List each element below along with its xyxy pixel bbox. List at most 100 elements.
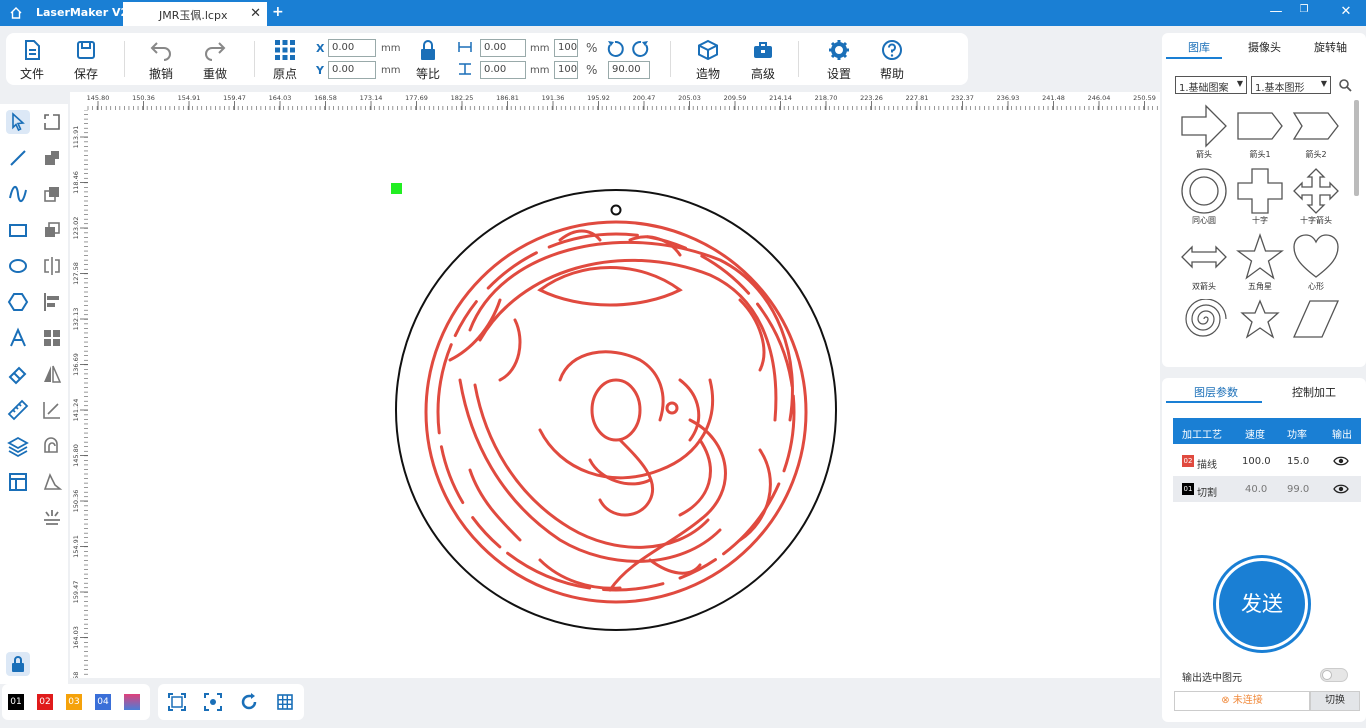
x-position-input[interactable]: 0.00 bbox=[328, 39, 376, 57]
fit-selection-icon[interactable] bbox=[204, 693, 222, 711]
shape-cross-arrows[interactable]: 十字箭头 bbox=[1290, 167, 1342, 226]
ellipse-tool[interactable] bbox=[6, 254, 30, 278]
shape-arrow-1[interactable]: 箭头1 bbox=[1234, 103, 1286, 160]
output-selected-toggle[interactable] bbox=[1320, 668, 1348, 682]
rotate-ccw-icon[interactable] bbox=[605, 39, 625, 59]
proportional-lock-button[interactable]: 等比 bbox=[403, 39, 453, 82]
advanced-button[interactable]: 高级 bbox=[738, 39, 788, 82]
layer-power: 15.0 bbox=[1287, 456, 1310, 467]
library-scrollbar[interactable] bbox=[1354, 100, 1359, 196]
tab-process-control[interactable]: 控制加工 bbox=[1292, 384, 1336, 400]
minimize-icon[interactable]: — bbox=[1266, 4, 1286, 19]
rectangle-tool[interactable] bbox=[6, 218, 30, 242]
category-select[interactable]: 1.基础图案 ▼ bbox=[1175, 76, 1247, 94]
undo-button[interactable]: 撤销 bbox=[136, 39, 186, 82]
help-button[interactable]: 帮助 bbox=[867, 39, 917, 82]
ruler-icon bbox=[7, 399, 29, 421]
grid-icon[interactable] bbox=[276, 693, 294, 711]
shape-arrow[interactable]: 箭头 bbox=[1178, 103, 1230, 160]
switch-button[interactable]: 切换 bbox=[1310, 691, 1360, 711]
shape-heart[interactable]: 心形 bbox=[1290, 233, 1342, 292]
swatch-layer-04[interactable]: 04 bbox=[95, 694, 111, 710]
tab-rotary[interactable]: 旋转轴 bbox=[1314, 39, 1347, 55]
origin-button[interactable]: 原点 bbox=[260, 39, 310, 82]
vertical-ruler: 113.91 118.46 123.02 127.58 132.13 136.69 141.… bbox=[70, 110, 88, 678]
height-input[interactable]: 0.00 bbox=[480, 61, 526, 79]
subcategory-select[interactable]: 1.基本图形 ▼ bbox=[1251, 76, 1331, 94]
eye-icon[interactable] bbox=[1333, 483, 1349, 495]
refresh-view-icon[interactable] bbox=[240, 693, 258, 711]
close-tab-icon[interactable]: ✕ bbox=[250, 6, 261, 21]
layer-parameters-panel: 图层参数 控制加工 加工工艺 速度 功率 输出 02 描线 100.0 15.0… bbox=[1162, 378, 1366, 722]
polygon-tool[interactable] bbox=[6, 290, 30, 314]
fit-page-icon[interactable] bbox=[168, 693, 186, 711]
close-window-icon[interactable]: ✕ bbox=[1336, 4, 1356, 19]
shape-cross[interactable]: 十字 bbox=[1234, 167, 1286, 226]
swatch-layer-03[interactable]: 03 bbox=[66, 694, 82, 710]
lock-tool[interactable] bbox=[6, 652, 30, 676]
layout-tool[interactable] bbox=[6, 470, 30, 494]
search-icon[interactable] bbox=[1338, 78, 1352, 92]
select-tool[interactable] bbox=[6, 110, 30, 134]
redo-button[interactable]: 重做 bbox=[190, 39, 240, 82]
settings-button[interactable]: 设置 bbox=[814, 39, 864, 82]
pen-path-tool[interactable] bbox=[40, 470, 64, 494]
ruler-label: 154.91 bbox=[72, 535, 80, 558]
add-tab-button[interactable]: + bbox=[272, 4, 284, 20]
shape-star[interactable]: 五角星 bbox=[1234, 233, 1286, 292]
ruler-label: 182.25 bbox=[451, 94, 474, 102]
send-button[interactable]: 发送 bbox=[1216, 558, 1308, 650]
eraser-tool[interactable] bbox=[6, 362, 30, 386]
shape-double-arrow[interactable]: 双箭头 bbox=[1178, 233, 1230, 292]
swatch-layer-02[interactable]: 02 bbox=[37, 694, 53, 710]
restore-icon[interactable]: ❐ bbox=[1294, 4, 1314, 15]
shape-parallelogram[interactable] bbox=[1290, 299, 1342, 339]
text-tool[interactable] bbox=[6, 326, 30, 350]
eye-icon[interactable] bbox=[1333, 455, 1349, 467]
curve-tool[interactable] bbox=[6, 182, 30, 206]
rotate-cw-icon[interactable] bbox=[631, 39, 651, 59]
offset-tool[interactable] bbox=[40, 434, 64, 458]
home-icon[interactable] bbox=[8, 5, 24, 21]
width-input[interactable]: 0.00 bbox=[480, 39, 526, 57]
height-percent-input[interactable]: 100 bbox=[554, 61, 578, 79]
shape-arrow-2[interactable]: 箭头2 bbox=[1290, 103, 1342, 160]
laser-tool[interactable] bbox=[40, 506, 64, 530]
width-percent-input[interactable]: 100 bbox=[554, 39, 578, 57]
rectangle-icon bbox=[9, 224, 27, 237]
save-button[interactable]: 保存 bbox=[61, 39, 111, 82]
connection-status[interactable]: ⊗ 未连接 bbox=[1174, 691, 1310, 711]
line-icon bbox=[10, 150, 26, 166]
drawing-canvas[interactable] bbox=[88, 110, 1160, 678]
line-tool[interactable] bbox=[6, 146, 30, 170]
build-button[interactable]: 造物 bbox=[683, 39, 733, 82]
shape-spiral[interactable] bbox=[1178, 299, 1230, 339]
subcategory-select-value: 1.基本图形 bbox=[1255, 83, 1305, 94]
file-button[interactable]: 文件 bbox=[7, 39, 57, 82]
mirror-tool[interactable] bbox=[40, 254, 64, 278]
node-edit-tool[interactable] bbox=[40, 110, 64, 134]
layer-row-02[interactable]: 02 描线 100.0 15.0 bbox=[1173, 448, 1361, 474]
arrange-tool[interactable] bbox=[40, 326, 64, 350]
y-position-input[interactable]: 0.00 bbox=[328, 61, 376, 79]
layers-tool[interactable] bbox=[6, 434, 30, 458]
union-tool[interactable] bbox=[40, 146, 64, 170]
shape-six-point-star[interactable] bbox=[1234, 299, 1286, 339]
more-colors-swatch[interactable] bbox=[124, 694, 140, 710]
tab-camera[interactable]: 摄像头 bbox=[1248, 39, 1281, 55]
shape-concentric-circles[interactable]: 同心圆 bbox=[1178, 167, 1230, 226]
layer-row-01[interactable]: 01 切割 40.0 99.0 bbox=[1173, 476, 1361, 502]
measure-tool[interactable] bbox=[6, 398, 30, 422]
flip-tool[interactable] bbox=[40, 362, 64, 386]
swatch-layer-01[interactable]: 01 bbox=[8, 694, 24, 710]
intersect-tool[interactable] bbox=[40, 218, 64, 242]
rotation-angle-input[interactable]: 90.00 bbox=[608, 61, 650, 79]
document-tab[interactable]: JMR玉佩.lcpx ✕ bbox=[123, 2, 267, 26]
angle-tool[interactable] bbox=[40, 398, 64, 422]
subtract-tool[interactable] bbox=[40, 182, 64, 206]
tab-library[interactable]: 图库 bbox=[1188, 39, 1210, 55]
tab-layer-params[interactable]: 图层参数 bbox=[1194, 384, 1238, 400]
layer-table-header: 加工工艺 速度 功率 输出 bbox=[1173, 418, 1361, 444]
ruler-label: 113.91 bbox=[72, 126, 80, 149]
align-left-tool[interactable] bbox=[40, 290, 64, 314]
